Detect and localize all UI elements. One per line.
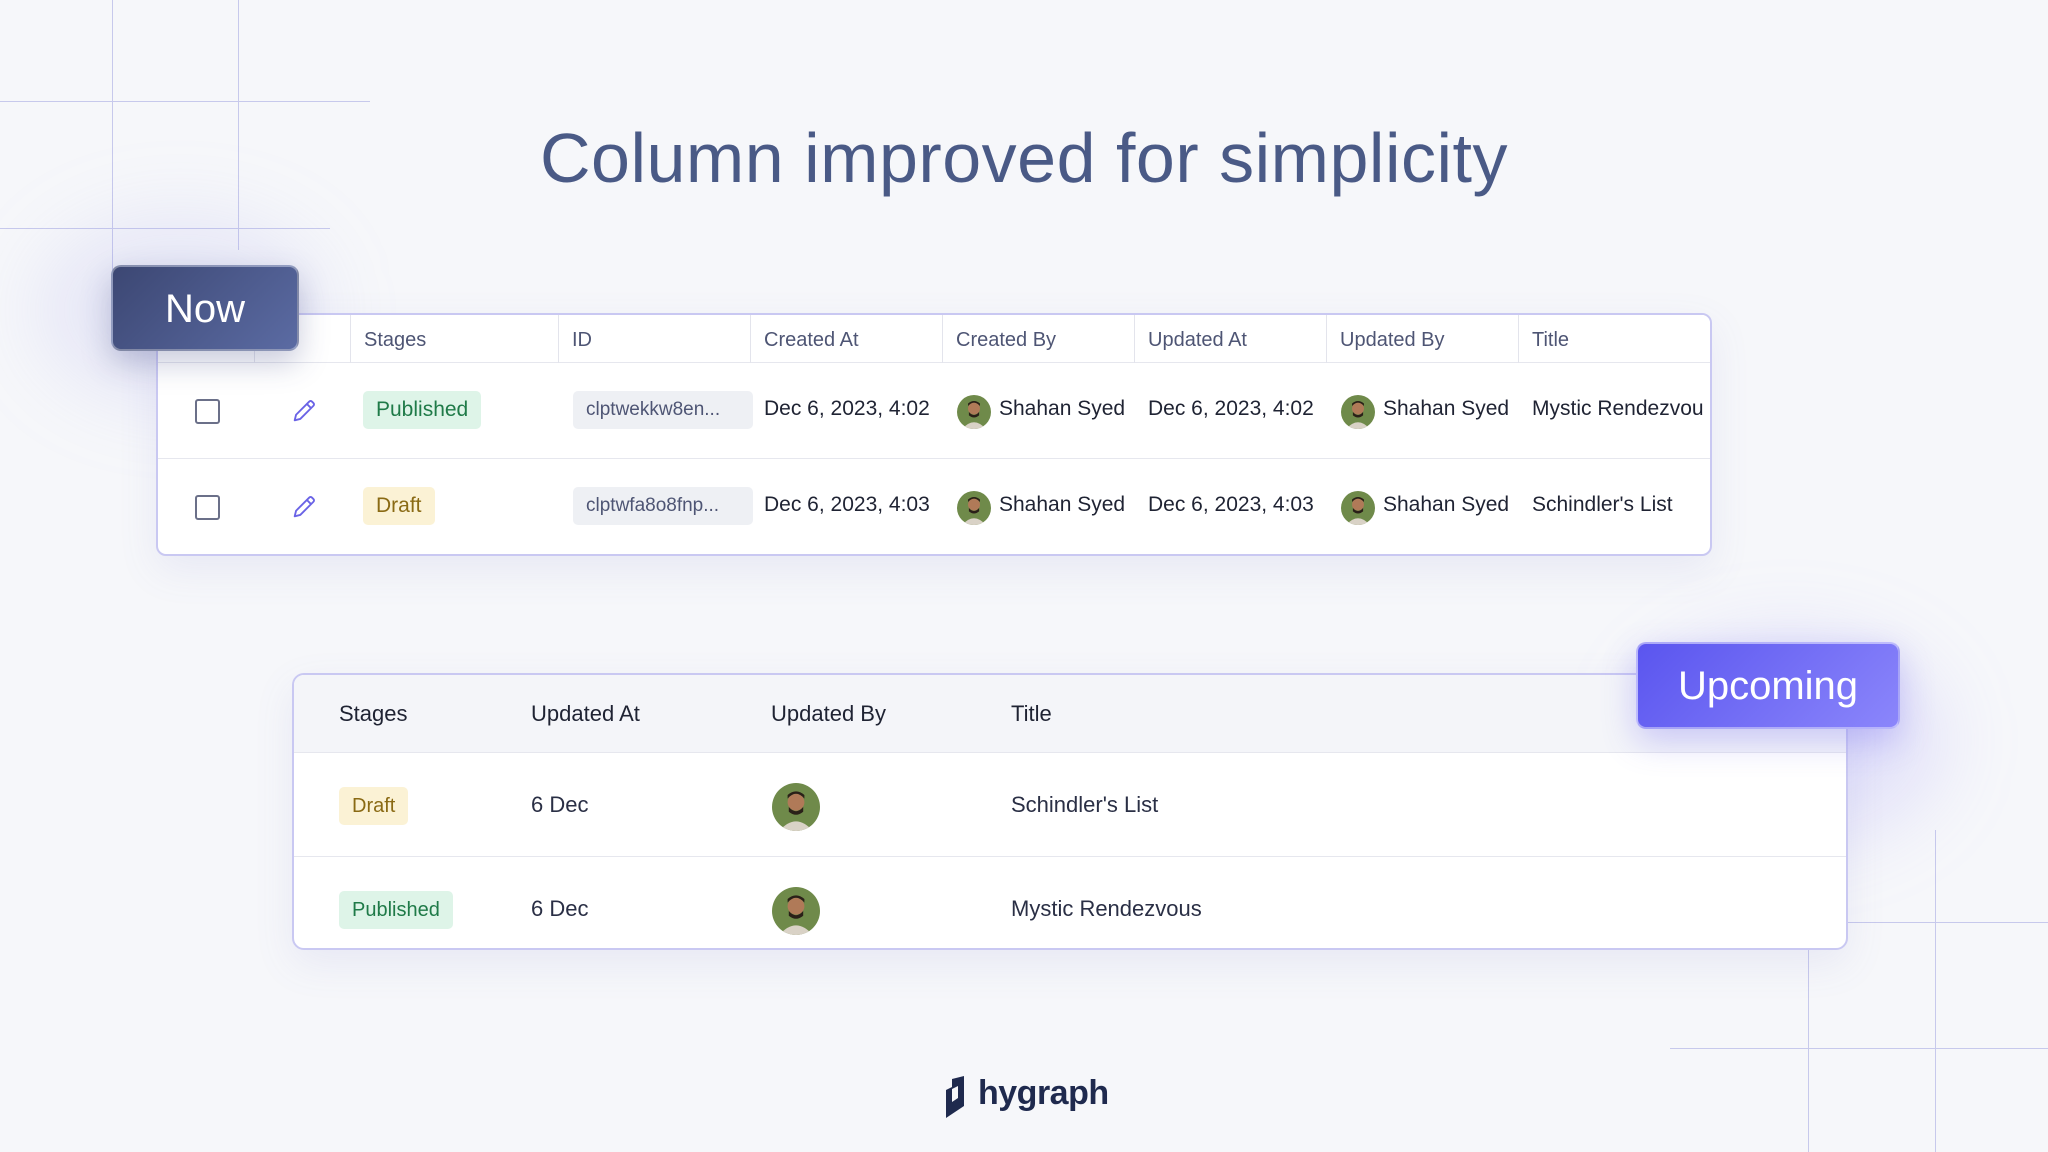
title-cell: Schindler's List <box>1532 493 1673 516</box>
created-at-cell: Dec 6, 2023, 4:03 <box>764 493 930 516</box>
decor-line-v3 <box>1808 950 1809 1152</box>
id-chip: clptwfa8o8fnp... <box>573 487 753 525</box>
column-header-id[interactable]: ID <box>572 329 592 352</box>
upcoming-label-tag: Upcoming <box>1636 642 1900 729</box>
avatar-icon <box>955 489 993 527</box>
updated-by-cell: Shahan Syed <box>1383 493 1510 516</box>
checkbox-icon[interactable] <box>195 399 220 424</box>
title-cell: Schindler's List <box>1011 792 1159 817</box>
created-by-cell: Shahan Syed <box>999 397 1126 420</box>
decor-line-h1 <box>0 101 370 102</box>
upcoming-table-header: Stages Updated At Updated By Title <box>294 675 1846 753</box>
upcoming-table: Stages Updated At Updated By Title Draft… <box>292 673 1848 950</box>
id-chip: clptwekkw8en... <box>573 391 753 429</box>
column-header-title[interactable]: Title <box>1011 701 1052 727</box>
logo-wordmark: hygraph <box>978 1074 1109 1112</box>
pencil-icon[interactable] <box>290 397 318 425</box>
column-header-updated-at[interactable]: Updated At <box>1148 329 1247 352</box>
column-header-updated-by[interactable]: Updated By <box>771 701 886 727</box>
column-header-updated-by[interactable]: Updated By <box>1340 329 1445 352</box>
column-header-created-at[interactable]: Created At <box>764 329 859 352</box>
now-label-tag: Now <box>111 265 299 351</box>
column-header-stages[interactable]: Stages <box>339 701 408 727</box>
avatar-icon <box>770 781 822 833</box>
status-badge: Published <box>339 891 453 929</box>
updated-at-cell: Dec 6, 2023, 4:03 <box>1148 493 1314 516</box>
updated-at-cell: Dec 6, 2023, 4:02 <box>1148 397 1314 420</box>
decor-line-v4 <box>1935 830 1936 1152</box>
avatar-icon <box>955 393 993 431</box>
updated-at-cell: 6 Dec <box>531 792 589 817</box>
hygraph-logo-icon <box>946 1076 964 1118</box>
column-header-updated-at[interactable]: Updated At <box>531 701 640 727</box>
created-by-cell: Shahan Syed <box>999 493 1126 516</box>
now-table: Stages ID Created At Created By Updated … <box>156 313 1712 556</box>
table-row[interactable]: Draft clptwfa8o8fnp... Dec 6, 2023, 4:03… <box>158 460 1710 554</box>
title-cell: Mystic Rendezvou <box>1532 397 1704 420</box>
updated-by-cell: Shahan Syed <box>1383 397 1510 420</box>
now-table-header: Stages ID Created At Created By Updated … <box>158 315 1710 363</box>
updated-at-cell: 6 Dec <box>531 896 589 921</box>
title-cell: Mystic Rendezvous <box>1011 896 1202 921</box>
column-header-stages[interactable]: Stages <box>364 329 426 352</box>
status-badge: Draft <box>363 487 435 525</box>
checkbox-icon[interactable] <box>195 495 220 520</box>
status-badge: Published <box>363 391 482 429</box>
avatar-icon <box>1339 393 1377 431</box>
avatar-icon <box>1339 489 1377 527</box>
avatar-icon <box>770 885 822 937</box>
pencil-icon[interactable] <box>290 493 318 521</box>
decor-line-h3 <box>1848 922 2048 923</box>
column-header-created-by[interactable]: Created By <box>956 329 1056 352</box>
table-row[interactable]: Published clptwekkw8en... Dec 6, 2023, 4… <box>158 364 1710 459</box>
status-badge: Draft <box>339 787 409 825</box>
page-title: Column improved for simplicity <box>539 119 1509 197</box>
table-row[interactable]: Draft 6 Dec Schindler's List <box>294 754 1846 857</box>
decor-line-h4 <box>1670 1048 2048 1049</box>
created-at-cell: Dec 6, 2023, 4:02 <box>764 397 930 420</box>
column-header-title[interactable]: Title <box>1532 329 1569 352</box>
table-row[interactable]: Published 6 Dec Mystic Rendezvous <box>294 858 1846 948</box>
